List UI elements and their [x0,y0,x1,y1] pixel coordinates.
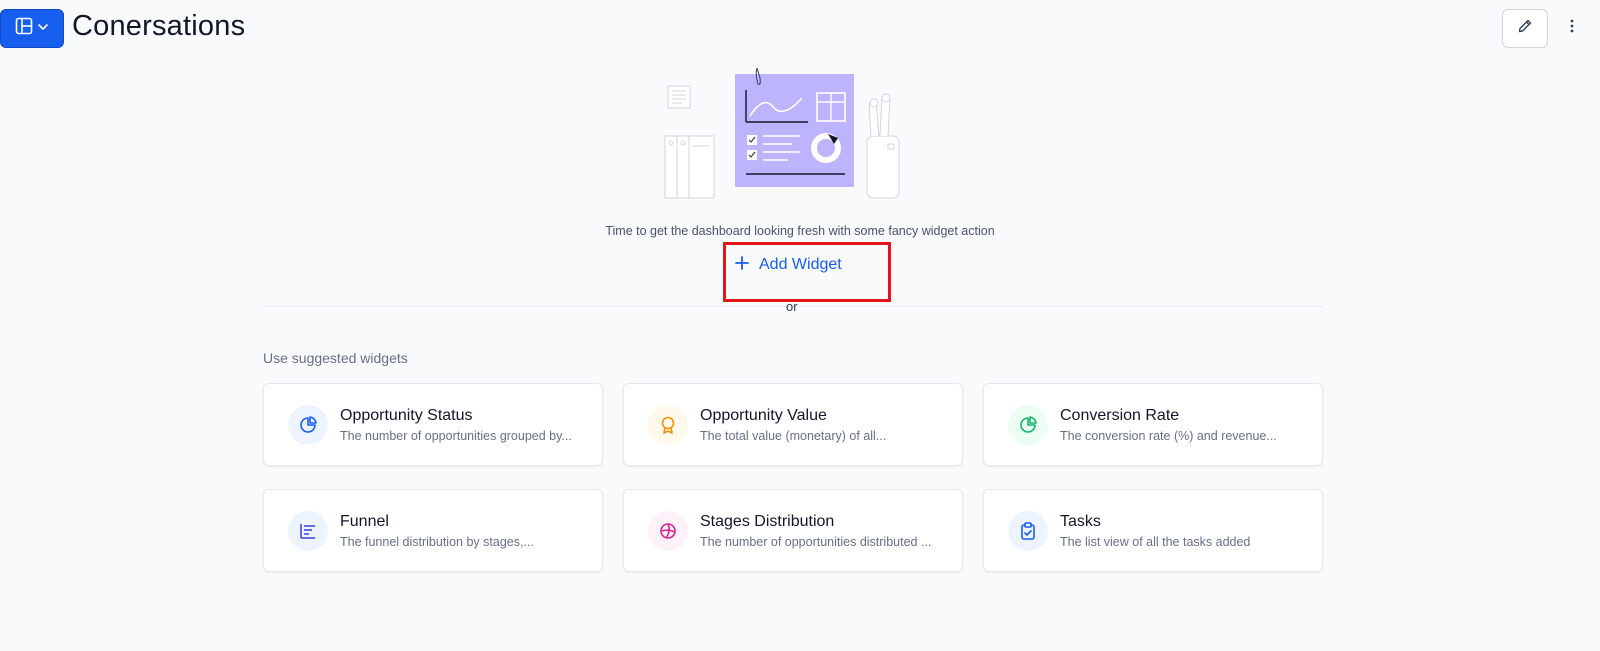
globe-chart-icon [648,511,688,551]
card-title: Stages Distribution [700,513,835,530]
add-widget-label: Add Widget [759,256,842,273]
more-options-button[interactable] [1562,15,1582,41]
more-vertical-icon [1570,19,1574,38]
pencil-icon [1517,18,1533,39]
chevron-down-icon [37,20,49,38]
card-title: Opportunity Value [700,407,827,424]
widget-card-opportunity-status[interactable]: Opportunity Status The number of opportu… [263,383,603,466]
card-description: The number of opportunities grouped by..… [340,429,572,443]
edit-dashboard-button[interactable] [1502,9,1548,48]
card-description: The funnel distribution by stages,... [340,535,534,549]
widget-card-stages-distribution[interactable]: Stages Distribution The number of opport… [623,489,963,572]
empty-state-message: Time to get the dashboard looking fresh … [605,224,995,238]
clipboard-check-icon [1008,511,1048,551]
plus-icon [735,255,749,275]
add-widget-button[interactable]: Add Widget [735,252,842,278]
widget-card-conversion-rate[interactable]: Conversion Rate The conversion rate (%) … [983,383,1323,466]
layout-switcher-button[interactable] [0,9,64,48]
funnel-icon [288,511,328,551]
card-title: Funnel [340,513,389,530]
card-description: The number of opportunities distributed … [700,535,932,549]
card-title: Conversion Rate [1060,407,1180,424]
card-description: The conversion rate (%) and revenue... [1060,429,1277,443]
card-title: Opportunity Status [340,407,473,424]
widget-card-opportunity-value[interactable]: Opportunity Value The total value (monet… [623,383,963,466]
suggested-widgets-label: Use suggested widgets [263,350,408,366]
or-separator: or [786,299,798,314]
page-header: Conersations [0,0,1600,60]
empty-dashboard-illustration [660,64,910,208]
award-icon [648,405,688,445]
layout-grid-icon [15,17,33,40]
card-title: Tasks [1060,513,1101,530]
pie-chart-icon [1008,405,1048,445]
pie-chart-icon [288,405,328,445]
card-description: The total value (monetary) of all... [700,429,887,443]
widget-card-funnel[interactable]: Funnel The funnel distribution by stages… [263,489,603,572]
widget-card-tasks[interactable]: Tasks The list view of all the tasks add… [983,489,1323,572]
page-title: Conersations [72,10,246,42]
card-description: The list view of all the tasks added [1060,535,1251,549]
